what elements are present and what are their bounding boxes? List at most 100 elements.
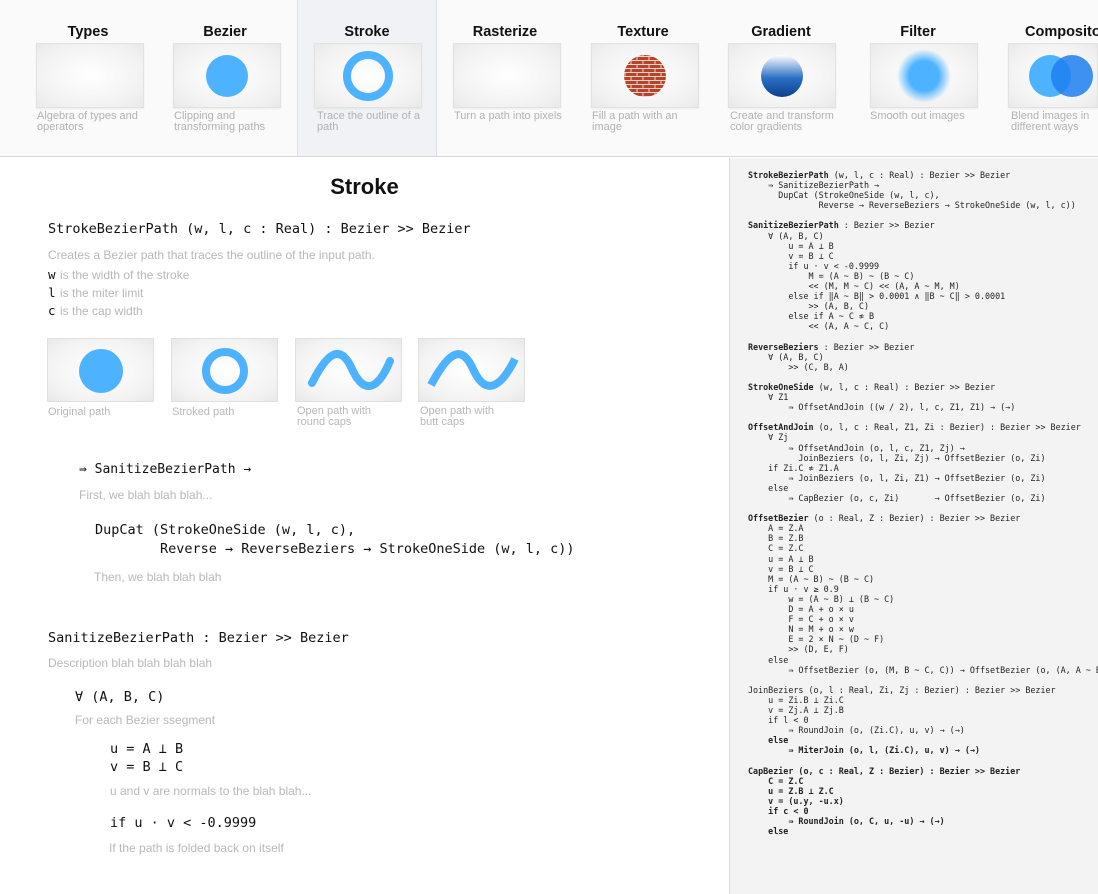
param-name: c: [48, 303, 56, 318]
intro-text: Creates a Bezier path that traces the ou…: [48, 248, 375, 262]
nav-title: Types: [67, 24, 109, 40]
param-desc: is the width of the stroke: [59, 268, 190, 282]
uv-line-1: u = A ⊥ B: [110, 741, 184, 757]
nav-item-bezier[interactable]: Bezier Clipping and transforming paths: [155, 0, 295, 156]
code-text: >> (D, E, F): [748, 644, 849, 655]
sanitize-signature: SanitizeBezierPath : Bezier >> Bezier: [48, 630, 349, 646]
code-text: else: [748, 654, 789, 665]
code-text: >> (A, B, C): [748, 301, 870, 312]
function-signature: StrokeBezierPath (w, l, c : Real) : Bezi…: [48, 221, 471, 237]
code-line: << (M, M ~ C) << (A, A ~ M, M): [748, 281, 1098, 291]
example-caption: Stroked path: [172, 406, 235, 418]
step-sanitize-code: ⇛ SanitizeBezierPath →: [79, 462, 252, 477]
code-line: C = Z.C: [748, 776, 1098, 786]
code-keyword: ⇛ RoundJoin (o, C, u, -u) → (→): [748, 816, 945, 826]
code-text: : Bezier >> Bezier: [838, 220, 935, 231]
code-text: (w, l, c : Real) : Bezier >> Bezier: [813, 381, 996, 392]
code-line: << (A, A ~ C, C): [748, 321, 1098, 331]
code-line: ⇛ OffsetBezier (o, (M, B ~ C, C)) → Offs…: [748, 665, 1098, 675]
code-keyword: ⇛ MiterJoin (o, l, (Zi.C), u, v) → (→): [748, 745, 980, 756]
code-keyword: CapBezier (o, c : Real, Z : Bezier) : Be…: [748, 765, 1021, 776]
code-line: if u · v ≥ 0.9: [748, 584, 1098, 594]
if-note: If the path is folded back on itself: [109, 841, 284, 855]
dupcat-note: Then, we blah blah blah: [94, 570, 222, 584]
brick-texture-circle-icon: [591, 43, 699, 108]
nav-desc: Create and transform color gradients: [730, 110, 834, 133]
code-line: StrokeBezierPath (w, l, c : Real) : Bezi…: [748, 170, 1098, 180]
code-line: if u · v < -0.9999: [748, 261, 1098, 271]
code-line: v = B ⊥ C: [748, 564, 1098, 574]
code-text: << (A, A ~ C, C): [748, 321, 890, 332]
nav-item-types[interactable]: Types Algebra of types and operators: [18, 0, 158, 156]
code-line: ∀ (A, B, C): [748, 352, 1098, 362]
nav-item-filter[interactable]: Filter Smooth out images: [848, 0, 988, 156]
forall-code: ∀ (A, B, C): [75, 689, 165, 705]
code-line: OffsetAndJoin (o, l, c : Real, Z1, Zi : …: [748, 422, 1098, 432]
code-line: w = (A ~ B) ⊥ (B ~ C): [748, 594, 1098, 604]
code-keyword: OffsetAndJoin: [748, 422, 814, 433]
example-original-path: [47, 338, 154, 402]
example-caption: Open path with round caps: [297, 405, 371, 428]
code-line: OffsetBezier (o : Real, Z : Bezier) : Be…: [748, 513, 1098, 523]
round-caps-wave-icon: [308, 350, 394, 390]
code-listing-panel[interactable]: StrokeBezierPath (w, l, c : Real) : Bezi…: [729, 158, 1098, 894]
param-desc: is the cap width: [59, 304, 143, 318]
code-text: D = A + o × u: [748, 604, 854, 615]
code-text: if Zi.C ≉ Z1.A: [748, 462, 839, 473]
code-line: ⇛ RoundJoin (o, C, u, -u) → (→): [748, 816, 1098, 826]
code-line: if l < 0: [748, 715, 1098, 725]
code-line: JoinBeziers (o, l, Zi, Zj) → OffsetBezie…: [748, 453, 1098, 463]
code-text: N = M + o × w: [748, 624, 854, 635]
dupcat-line-1: DupCat (StrokeOneSide (w, l, c),: [95, 522, 356, 538]
code-line: else: [748, 483, 1098, 493]
code-text: JoinBeziers (o, l : Real, Zi, Zj : Bezie…: [748, 684, 1056, 695]
if-code: if u · v < -0.9999: [110, 815, 257, 831]
example-caption: Original path: [48, 406, 111, 418]
code-line: ⇛ CapBezier (o, c, Zi) → OffsetBezier (o…: [748, 493, 1098, 503]
nav-item-rasterize[interactable]: Rasterize Turn a path into pixels: [435, 0, 575, 156]
code-line: N = M + o × w: [748, 624, 1098, 634]
code-line: ∀ (A, B, C): [748, 231, 1098, 241]
article: Stroke StrokeBezierPath (w, l, c : Real)…: [0, 158, 729, 894]
code-text: (o, l, c : Real, Z1, Zi : Bezier) : Bezi…: [813, 422, 1081, 433]
example-caption: Open path with butt caps: [420, 405, 494, 428]
sanitize-desc: Description blah blah blah blah: [48, 656, 213, 670]
types-thumb-icon: [36, 43, 144, 108]
nav-item-gradient[interactable]: Gradient Create and transform color grad…: [711, 0, 851, 156]
param-name: w: [48, 267, 56, 282]
param-desc: is the miter limit: [59, 286, 144, 300]
nav-title: Stroke: [344, 24, 390, 40]
nav-item-compositor[interactable]: Compositor Blend images in different way…: [992, 0, 1098, 156]
blue-ring-icon: [314, 43, 422, 108]
code-text: A = Z.A: [748, 523, 804, 534]
code-line: ∀ Z1: [748, 392, 1098, 402]
nav-item-stroke[interactable]: Stroke Trace the outline of a path: [297, 0, 437, 156]
module-nav: Types Algebra of types and operators Bez…: [0, 0, 1098, 157]
forall-note: For each Bezier ssegment: [75, 713, 216, 727]
uv-line-2: v = B ⊥ C: [110, 759, 184, 775]
code-listing: StrokeBezierPath (w, l, c : Real) : Bezi…: [748, 170, 1098, 836]
code-line: A = Z.A: [748, 523, 1098, 533]
code-line: >> (C, B, A): [748, 362, 1098, 372]
code-text: ⇛ SanitizeBezierPath →: [748, 180, 880, 191]
code-text: B = Z.B: [748, 533, 804, 544]
code-text: ⇛ OffsetAndJoin (o, l, c, Z1, Zj) →: [748, 442, 965, 453]
code-line: >> (A, B, C): [748, 301, 1098, 311]
code-line: ReverseBeziers : Bezier >> Bezier: [748, 342, 1098, 352]
blue-circle-icon: [173, 43, 281, 108]
blurred-circle-icon: [870, 43, 978, 108]
code-keyword: else: [748, 826, 789, 837]
code-text: ⇛ CapBezier (o, c, Zi) → OffsetBezier (o…: [748, 493, 1046, 503]
code-text: w = (A ~ B) ⊥ (B ~ C): [748, 593, 895, 604]
code-text: C = Z.C: [748, 543, 804, 554]
code-text: F = C + o × v: [748, 614, 854, 625]
nav-title: Compositor: [1025, 24, 1098, 40]
nav-item-texture[interactable]: Texture Fill a path with an image: [573, 0, 713, 156]
code-text: Reverse → ReverseBeziers → StrokeOneSide…: [748, 200, 1076, 211]
code-text: ⇛ JoinBeziers (o, l, Zi, Z1) → OffsetBez…: [748, 472, 1046, 483]
